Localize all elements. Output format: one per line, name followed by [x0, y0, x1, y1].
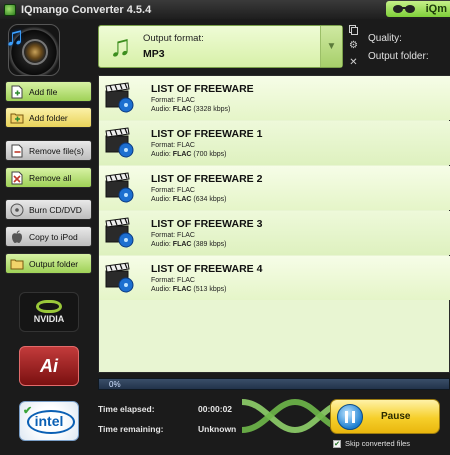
file-format: Format: FLAC [151, 187, 195, 194]
skip-converted-checkbox[interactable]: ✔ Skip converted files [333, 439, 410, 448]
output-folder-button[interactable]: Output folder [5, 253, 92, 274]
remove-all-icon [10, 171, 24, 185]
video-clapper-icon [105, 127, 134, 158]
remove-files-button[interactable]: Remove file(s) [5, 140, 92, 161]
pause-label: Pause [381, 411, 411, 422]
file-audio: Audio: FLAC (513 kbps) [151, 286, 227, 293]
speaker-logo-icon: ♫ [5, 21, 60, 76]
pause-button[interactable]: Pause [330, 399, 440, 434]
file-list[interactable]: LIST OF FREEWARE Format: FLAC Audio: FLA… [98, 75, 450, 373]
sidebar: ♫ Add file Add folder Remove file(s) Rem… [0, 19, 98, 455]
file-format: Format: FLAC [151, 97, 195, 104]
burn-cd-dvd-label: Burn CD/DVD [29, 204, 82, 215]
remove-all-label: Remove all [29, 172, 72, 183]
sunglasses-icon [393, 5, 415, 13]
intel-ring-icon [27, 410, 75, 434]
time-elapsed-label: Time elapsed: [98, 404, 155, 414]
list-item[interactable]: LIST OF FREEWARE 2 Format: FLAC Audio: F… [99, 166, 450, 210]
close-icon[interactable]: ✕ [349, 57, 358, 68]
output-settings: Quality: ⚙ Output folder: ✕ [346, 22, 450, 72]
file-title: LIST OF FREEWARE 2 [151, 173, 263, 185]
brand-badge-text: iQm [425, 3, 447, 15]
folder-icon [10, 257, 24, 271]
output-format-label: Output format: [143, 33, 204, 44]
copy-to-ipod-button[interactable]: Copy to iPod [5, 226, 92, 247]
file-title: LIST OF FREEWARE [151, 83, 254, 95]
output-format-value: MP3 [143, 48, 165, 60]
nvidia-logo: NVIDIA [19, 292, 79, 332]
add-folder-label: Add folder [29, 112, 68, 123]
remove-all-button[interactable]: Remove all [5, 167, 92, 188]
nvidia-logo-text: NVIDIA [33, 314, 65, 324]
ati-logo: Ai [19, 346, 79, 386]
output-folder-setting-label: Output folder: [368, 51, 429, 62]
quality-label: Quality: [368, 33, 402, 44]
intel-logo: ✔ intel [19, 401, 79, 441]
file-format: Format: FLAC [151, 142, 195, 149]
file-format: Format: FLAC [151, 277, 195, 284]
progress-bar: 0% [98, 378, 450, 390]
video-clapper-icon [105, 82, 134, 113]
add-file-icon [10, 85, 24, 99]
disc-icon [10, 203, 24, 217]
add-folder-button[interactable]: Add folder [5, 107, 92, 128]
time-remaining-value: Unknown [198, 424, 237, 434]
pause-icon [337, 403, 363, 430]
add-file-button[interactable]: Add file [5, 81, 92, 102]
video-clapper-icon [105, 217, 134, 248]
video-clapper-icon [105, 172, 134, 203]
skip-converted-label: Skip converted files [345, 439, 411, 448]
file-audio: Audio: FLAC (389 kbps) [151, 241, 227, 248]
list-item[interactable]: LIST OF FREEWARE 3 Format: FLAC Audio: F… [99, 211, 450, 255]
file-format: Format: FLAC [151, 232, 195, 239]
checkbox-checked-icon[interactable]: ✔ [333, 439, 341, 448]
window-title: IQmango Converter 4.5.4 [21, 3, 152, 16]
file-audio: Audio: FLAC (700 kbps) [151, 151, 227, 158]
time-elapsed-value: 00:00:02 [198, 404, 233, 414]
copy-to-ipod-label: Copy to iPod [29, 231, 78, 242]
file-title: LIST OF FREEWARE 3 [151, 218, 263, 230]
copy-icon[interactable] [349, 25, 358, 35]
brand-badge[interactable]: iQm [386, 1, 450, 17]
video-clapper-icon [105, 262, 134, 293]
file-audio: Audio: FLAC (3328 kbps) [151, 106, 231, 113]
chevron-down-icon[interactable]: ▼ [320, 26, 342, 67]
time-remaining-label: Time remaining: [98, 424, 164, 434]
list-item[interactable]: LIST OF FREEWARE Format: FLAC Audio: FLA… [99, 76, 450, 120]
file-audio: Audio: FLAC (634 kbps) [151, 196, 227, 203]
output-format-selector[interactable]: ♫ Output format: MP3 ▼ [98, 25, 343, 68]
music-note-icon: ♫ [109, 30, 132, 63]
gear-icon[interactable]: ⚙ [349, 40, 358, 51]
remove-files-label: Remove file(s) [29, 145, 84, 156]
list-item[interactable]: LIST OF FREEWARE 4 Format: FLAC Audio: F… [99, 256, 450, 300]
title-bar: IQmango Converter 4.5.4 iQm [0, 0, 450, 19]
progress-percent: 0% [109, 380, 121, 389]
ati-logo-text: Ai [40, 355, 58, 376]
remove-file-icon [10, 144, 24, 158]
add-folder-icon [10, 111, 24, 125]
nvidia-eye-icon [36, 300, 62, 313]
app-icon [4, 3, 16, 16]
add-file-label: Add file [29, 86, 58, 97]
check-icon: ✔ [23, 405, 33, 417]
file-title: LIST OF FREEWARE 1 [151, 128, 263, 140]
list-item[interactable]: LIST OF FREEWARE 1 Format: FLAC Audio: F… [99, 121, 450, 165]
burn-cd-dvd-button[interactable]: Burn CD/DVD [5, 199, 92, 220]
apple-icon [10, 230, 24, 244]
file-title: LIST OF FREEWARE 4 [151, 263, 263, 275]
output-folder-label: Output folder [29, 258, 79, 269]
